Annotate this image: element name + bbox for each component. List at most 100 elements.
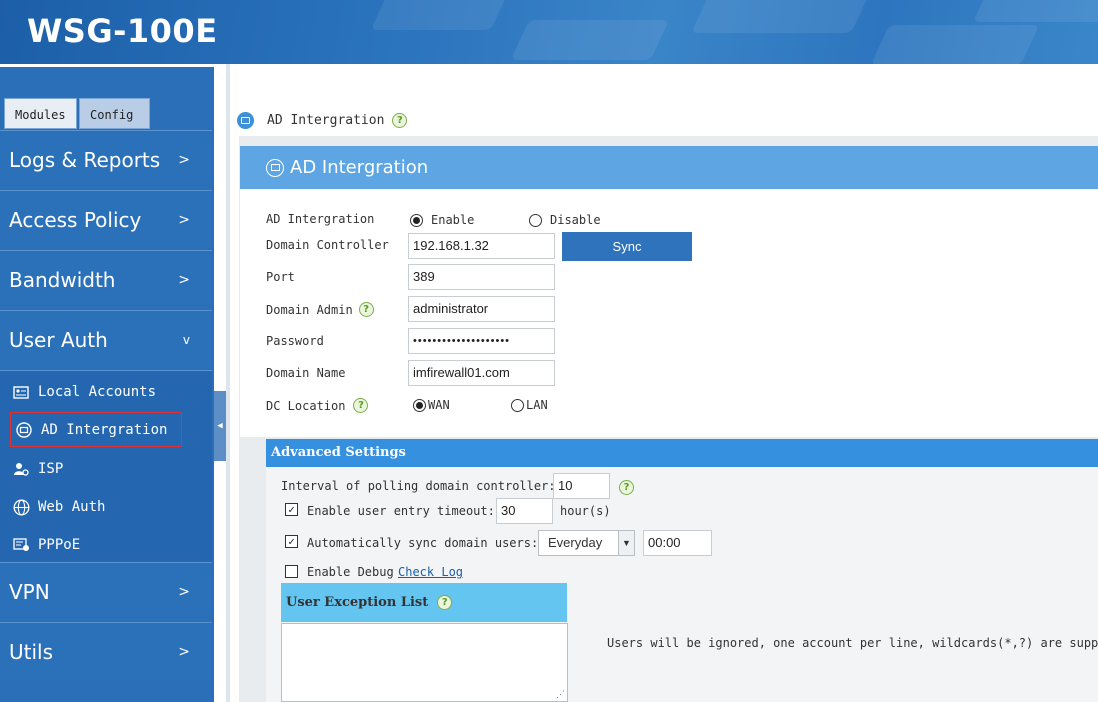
chevron-right-icon: > xyxy=(178,644,190,660)
check-log-link[interactable]: Check Log xyxy=(398,565,463,579)
menu-label: User Auth xyxy=(9,328,108,352)
password-input[interactable]: •••••••••••••••••••• xyxy=(408,328,555,354)
lan-radio[interactable]: LAN xyxy=(511,398,548,412)
help-icon[interactable]: ? xyxy=(437,595,453,610)
product-title: WSG-100E xyxy=(27,12,218,50)
menu-label: VPN xyxy=(9,580,50,604)
advanced-settings-header: Advanced Settings xyxy=(266,439,1098,467)
domain-admin-label: Domain Admin xyxy=(266,302,353,317)
menu-label: Utils xyxy=(9,640,54,664)
app-header: WSG-100E xyxy=(0,0,1098,64)
radio-icon xyxy=(511,398,524,412)
chevron-right-icon: > xyxy=(178,584,190,600)
exception-note: Users will be ignored, one account per l… xyxy=(607,636,1098,650)
polling-interval-input[interactable]: 10 xyxy=(553,473,610,499)
timeout-checkbox[interactable]: ✓ xyxy=(285,503,298,516)
panel-header: AD Intergration xyxy=(240,146,1098,189)
radio-label: Disable xyxy=(550,213,601,227)
domain-controller-input[interactable]: 192.168.1.32 xyxy=(408,233,555,259)
dc-location-label-row: DC Location ? xyxy=(266,398,369,413)
domain-controller-label: Domain Controller xyxy=(266,238,389,252)
enable-radio[interactable]: Enable xyxy=(410,213,474,227)
help-icon[interactable]: ? xyxy=(392,113,408,128)
select-value: Everyday xyxy=(548,535,603,550)
autosync-checkbox[interactable]: ✓ xyxy=(285,535,298,548)
menu-user-auth[interactable]: User Auth v xyxy=(0,310,212,368)
sidebar-item-label: Web Auth xyxy=(38,499,106,515)
sidebar-item-web-auth[interactable]: Web Auth xyxy=(12,495,105,519)
autosync-time-input[interactable]: 00:00 xyxy=(643,530,712,556)
domain-admin-label-row: Domain Admin ? xyxy=(266,302,374,317)
port-label: Port xyxy=(266,270,295,284)
sidebar-item-pppoe[interactable]: PPPoE xyxy=(12,533,80,557)
radio-label: LAN xyxy=(526,398,548,412)
menu-label: Bandwidth xyxy=(9,268,116,292)
sidebar-item-local-accounts[interactable]: Local Accounts xyxy=(12,380,156,404)
help-icon[interactable]: ? xyxy=(353,398,369,413)
sidebar-item-label: ISP xyxy=(38,461,64,477)
wan-radio[interactable]: WAN xyxy=(413,398,450,412)
ad-icon xyxy=(15,421,33,439)
tab-config[interactable]: Config xyxy=(79,98,150,129)
chevron-right-icon: > xyxy=(178,212,190,228)
domain-name-input[interactable]: imfirewall01.com xyxy=(408,360,555,386)
breadcrumb-label: AD Intergration xyxy=(267,113,385,128)
timeout-label: Enable user entry timeout: xyxy=(307,504,495,518)
timeout-input[interactable]: 30 xyxy=(496,498,553,524)
sidebar: Modules Config Logs & Reports > Access P… xyxy=(0,64,214,702)
sidebar-item-label: Local Accounts xyxy=(38,384,157,400)
menu-logs-reports[interactable]: Logs & Reports > xyxy=(0,130,212,188)
debug-label: Enable Debug xyxy=(307,565,394,579)
ad-icon xyxy=(237,112,254,129)
sidebar-item-ad-intergration[interactable]: AD Intergration xyxy=(10,412,182,447)
menu-label: Logs & Reports xyxy=(9,148,161,172)
sync-button[interactable]: Sync xyxy=(562,232,692,261)
help-icon[interactable]: ? xyxy=(358,302,374,317)
ad-icon xyxy=(266,158,284,177)
domain-name-label: Domain Name xyxy=(266,366,346,380)
ad-intergration-label: AD Intergration xyxy=(266,212,375,226)
sidebar-item-label: PPPoE xyxy=(38,537,81,553)
radio-label: WAN xyxy=(428,398,450,412)
user-exception-textarea[interactable]: ⋰ xyxy=(281,623,568,702)
password-label: Password xyxy=(266,334,324,348)
port-input[interactable]: 389 xyxy=(408,264,555,290)
sidebar-item-label: AD Intergration xyxy=(41,421,168,438)
breadcrumb: AD Intergration ? xyxy=(237,112,408,129)
debug-checkbox[interactable] xyxy=(285,565,298,578)
radio-icon xyxy=(529,213,542,227)
timeout-unit: hour(s) xyxy=(560,504,611,518)
user-gear-icon xyxy=(12,460,30,478)
globe-icon xyxy=(12,498,30,516)
panel-title: AD Intergration xyxy=(290,157,429,178)
id-card-icon xyxy=(12,383,30,401)
resize-grip-icon[interactable]: ⋰ xyxy=(556,690,565,700)
menu-vpn[interactable]: VPN > xyxy=(0,562,212,620)
chevron-right-icon: > xyxy=(178,152,190,168)
menu-label: Access Policy xyxy=(9,208,142,232)
chevron-down-icon: v xyxy=(182,333,190,347)
help-icon[interactable]: ? xyxy=(619,480,634,495)
chevron-right-icon: > xyxy=(178,272,190,288)
autosync-label: Automatically sync domain users: xyxy=(307,536,539,550)
tab-modules[interactable]: Modules xyxy=(4,98,77,129)
sidebar-collapse-handle[interactable]: ◀ xyxy=(214,391,226,461)
radio-label: Enable xyxy=(431,213,475,227)
card-gear-icon xyxy=(12,536,30,554)
menu-bandwidth[interactable]: Bandwidth > xyxy=(0,250,212,308)
radio-selected-icon xyxy=(413,398,426,412)
menu-access-policy[interactable]: Access Policy > xyxy=(0,190,212,248)
menu-utils[interactable]: Utils > xyxy=(0,622,212,680)
dc-location-label: DC Location xyxy=(266,398,346,413)
autosync-frequency-select[interactable]: Everyday ▼ xyxy=(538,530,635,556)
user-exception-title: User Exception List xyxy=(286,595,429,610)
chevron-down-icon: ▼ xyxy=(618,531,634,555)
user-auth-submenu: Local Accounts AD Intergration ISP Web A… xyxy=(0,370,212,562)
content-gutter xyxy=(226,64,230,702)
polling-interval-label: Interval of polling domain controller: xyxy=(281,479,556,493)
sidebar-item-isp[interactable]: ISP xyxy=(12,457,63,481)
disable-radio[interactable]: Disable xyxy=(529,213,601,227)
domain-admin-input[interactable]: administrator xyxy=(408,296,555,322)
radio-selected-icon xyxy=(410,213,423,227)
user-exception-header: User Exception List ? xyxy=(281,583,567,622)
